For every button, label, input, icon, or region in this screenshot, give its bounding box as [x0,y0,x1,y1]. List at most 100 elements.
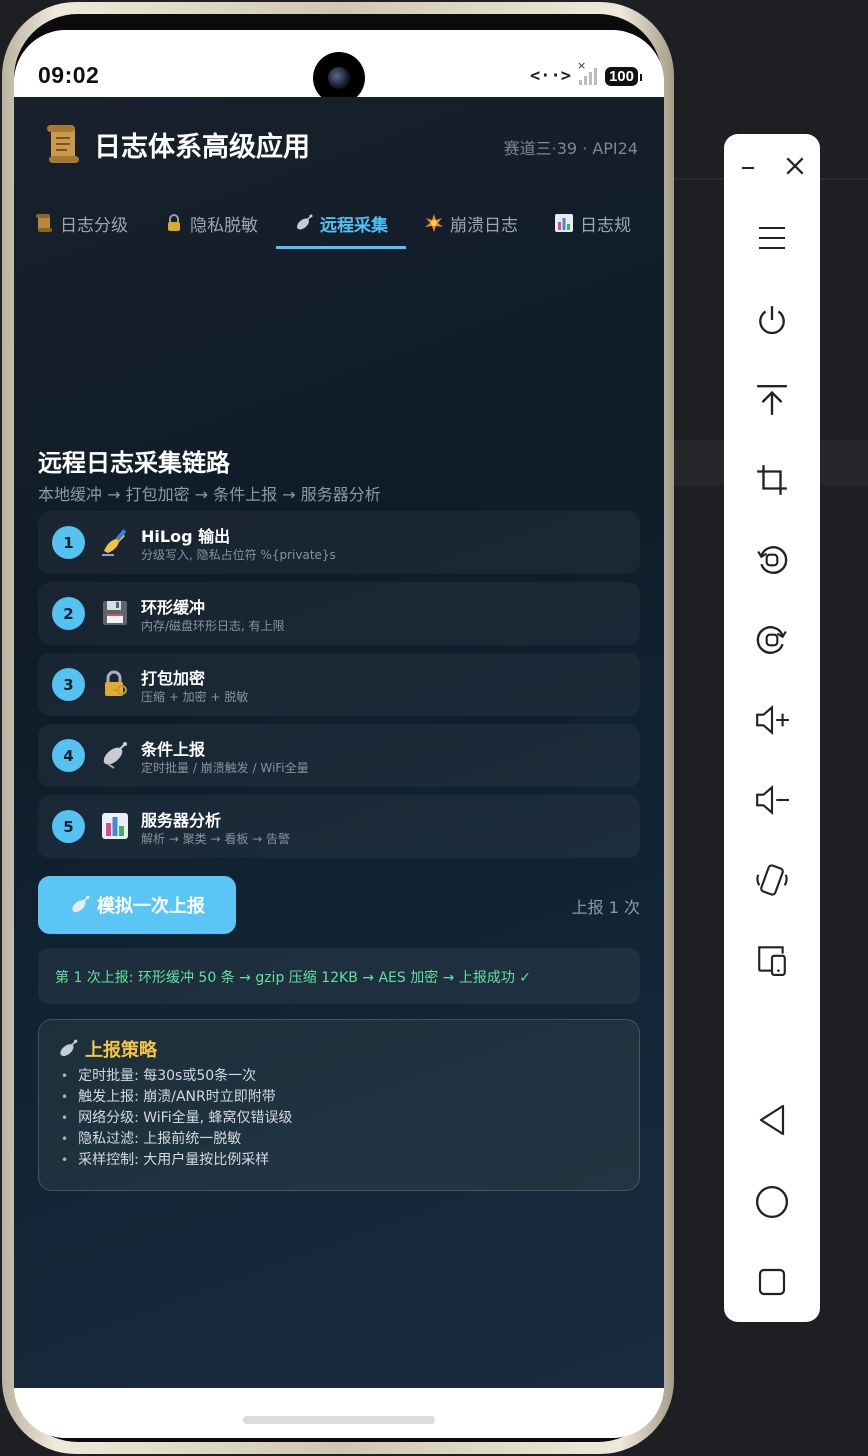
menu-button[interactable] [752,218,792,258]
step-title: 环形缓冲 [141,598,206,617]
policy-title: 上报策略 [57,1036,157,1062]
step-title: 打包加密 [141,669,206,688]
minimize-button[interactable] [728,146,768,186]
home-indicator[interactable] [243,1416,435,1424]
tab-label: 日志规 [580,215,631,236]
pipeline-steps: 1 HiLog 输出 分级写入, 隐私占位符 %{private}s 2 环形缓… [38,511,640,866]
policy-item: 隐私过滤: 上报前统一脱敏 [61,1129,293,1150]
crop-icon [757,465,787,495]
pipeline-step: 1 HiLog 输出 分级写入, 隐私占位符 %{private}s [38,511,640,574]
satellite-icon [297,214,313,230]
rotate-right-icon [756,626,787,654]
satellite-icon [60,1039,78,1057]
simulate-report-button[interactable]: 模拟一次上报 [38,876,236,934]
shake-phone-icon [756,864,788,896]
app-meta: 赛道三·39 · API24 [503,139,638,158]
step-number: 4 [52,739,85,772]
app-title: 日志体系高级应用 [94,132,310,163]
step-description: 定时批量 / 崩溃触发 / WiFi全量 [141,761,309,775]
fold-device-button[interactable] [752,940,792,980]
step-number: 2 [52,597,85,630]
rotate-right-button[interactable] [752,620,792,660]
explosion-icon [425,214,443,232]
shake-button[interactable] [752,860,792,900]
bar-chart-icon [555,214,573,232]
recent-square-icon [758,1268,786,1296]
report-count: 上报 1 次 [571,898,640,917]
lock-icon [168,214,180,231]
tab-label: 日志分级 [60,215,128,236]
pipeline-step: 4 条件上报 定时批量 / 崩溃触发 / WiFi全量 [38,724,640,787]
satellite-icon [72,895,90,913]
network-icon: <··> [530,66,571,86]
phone-frame: 09:02 <··> × 100 日志体系高级应用 赛道三·39 · API24… [2,2,674,1454]
close-icon [786,157,804,175]
step-number: 1 [52,526,85,559]
rotate-left-icon [757,546,788,574]
home-circle-icon [755,1185,789,1219]
tab-label: 远程采集 [320,215,388,236]
satellite-dish-icon [103,742,127,769]
step-title: 条件上报 [141,740,206,759]
app-header: 日志体系高级应用 赛道三·39 · API24 [14,97,664,189]
policy-list: 定时批量: 每30s或50条一次 触发上报: 崩溃/ANR时立即附带 网络分级:… [61,1066,293,1171]
step-description: 解析 → 聚类 → 看板 → 告警 [141,832,291,846]
tab-label: 隐私脱敏 [190,215,258,236]
tab-bar: 日志分级 隐私脱敏 远程采集 崩溃日志 日志规 [14,197,664,249]
home-button[interactable] [752,1182,792,1222]
step-title: HiLog 输出 [141,527,231,546]
volume-up-button[interactable] [752,700,792,740]
tab-privacy[interactable]: 隐私脱敏 [146,197,276,249]
close-button[interactable] [775,146,815,186]
phone-screen: 09:02 <··> × 100 日志体系高级应用 赛道三·39 · API24… [14,30,664,1438]
report-policy-card: 上报策略 定时批量: 每30s或50条一次 触发上报: 崩溃/ANR时立即附带 … [38,1019,640,1191]
pipeline-step: 5 服务器分析 解析 → 聚类 → 看板 → 告警 [38,795,640,858]
section-subtitle: 本地缓冲 → 打包加密 → 条件上报 → 服务器分析 [38,485,381,504]
tab-crash-log[interactable]: 崩溃日志 [406,197,536,249]
locked-key-icon [105,670,127,696]
step-description: 分级写入, 隐私占位符 %{private}s [141,548,336,562]
menu-icon [759,227,785,249]
scroll-icon [36,214,52,232]
report-result-text: 第 1 次上报: 环形缓冲 50 条 → gzip 压缩 12KB → AES … [55,970,532,986]
screenshot-crop-button[interactable] [752,460,792,500]
simulate-button-label: 模拟一次上报 [97,896,205,917]
policy-item: 网络分级: WiFi全量, 蜂窝仅错误级 [61,1108,292,1129]
step-description: 内存/磁盘环形日志, 有上限 [141,619,285,633]
writing-hand-icon [102,529,127,556]
scroll-icon [47,125,79,163]
app-content: 日志体系高级应用 赛道三·39 · API24 日志分级 隐私脱敏 远程采集 崩… [14,97,664,1388]
step-title: 服务器分析 [141,811,222,830]
back-button[interactable] [752,1100,792,1140]
bar-chart-icon [102,813,128,839]
pipeline-step: 2 环形缓冲 内存/磁盘环形日志, 有上限 [38,582,640,645]
floppy-disk-icon [103,601,127,625]
minimize-icon [742,167,754,169]
volume-down-icon [756,784,789,816]
volume-down-button[interactable] [752,780,792,820]
emulator-toolbar [724,134,820,1322]
tab-label: 崩溃日志 [450,215,518,236]
pipeline-step: 3 打包加密 压缩 + 加密 + 脱敏 [38,653,640,716]
rotate-left-button[interactable] [752,540,792,580]
power-icon [759,306,785,335]
arrow-to-top-icon [757,385,787,415]
tab-log-levels[interactable]: 日志分级 [14,197,146,249]
back-triangle-icon [759,1104,785,1136]
step-description: 压缩 + 加密 + 脱敏 [141,690,249,704]
report-result-box: 第 1 次上报: 环形缓冲 50 条 → gzip 压缩 12KB → AES … [38,948,640,1004]
battery-icon: 100 [604,66,643,86]
recent-apps-button[interactable] [752,1262,792,1302]
signal-icon: × [577,59,597,85]
power-button[interactable] [752,300,792,340]
policy-item: 采样控制: 大用户量按比例采样 [61,1150,293,1171]
gesture-bar [14,1388,664,1438]
tab-log-spec[interactable]: 日志规 [536,197,649,249]
status-time: 09:02 [38,62,100,88]
step-number: 3 [52,668,85,701]
status-bar: 09:02 <··> × 100 [14,30,664,104]
tab-remote-collect[interactable]: 远程采集 [276,197,406,249]
status-icons: <··> × 100 [530,59,643,86]
policy-item: 定时批量: 每30s或50条一次 [61,1066,293,1087]
to-top-button[interactable] [752,380,792,420]
